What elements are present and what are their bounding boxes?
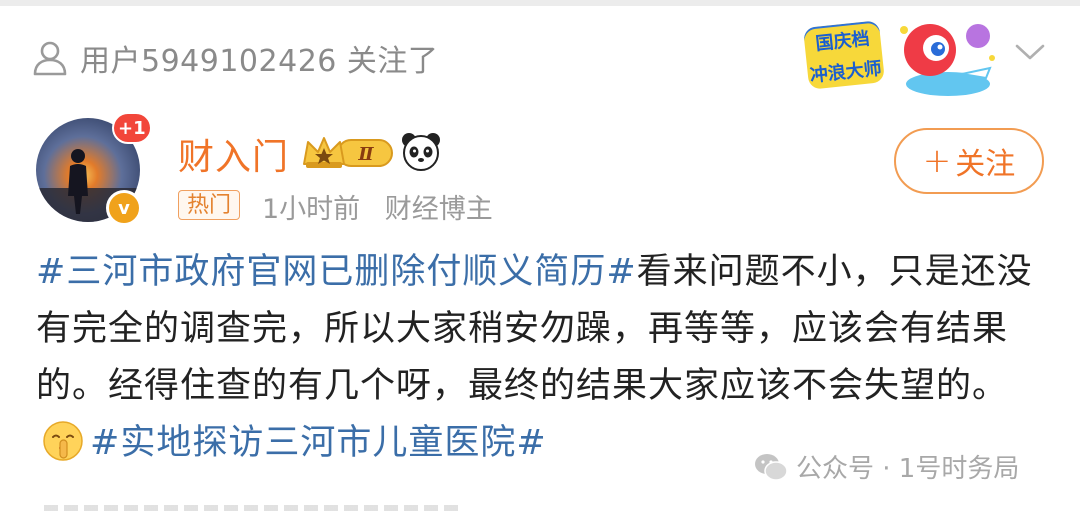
crown-level-icon[interactable]: Ⅱ (300, 132, 396, 172)
hot-tag: 热门 (178, 190, 241, 220)
follow-notice-text: 用户5949102426 关注了 (80, 44, 439, 79)
event-badge-tag: 国庆档 冲浪大师 (802, 20, 886, 90)
hashtag-link[interactable]: #三河市政府官网已删除付顺义简历# (36, 252, 637, 292)
verified-badge: v (106, 190, 142, 226)
follow-button[interactable]: + 关注 (894, 128, 1044, 194)
watermark: 公众号 · 1号时务局 (754, 448, 1019, 485)
mascot-icon (900, 24, 995, 96)
author-role: 财经博主 (384, 194, 493, 225)
chevron-down-icon[interactable] (1014, 40, 1046, 64)
plus-icon: + (922, 141, 952, 181)
person-icon (33, 41, 67, 76)
post-meta: 1小时前 财经博主 (262, 187, 493, 226)
next-item-edge (44, 505, 464, 511)
post-time: 1小时前 (262, 194, 361, 225)
follow-notice: 用户5949102426 关注了 (32, 38, 439, 79)
top-divider (0, 0, 1080, 6)
notification-count-badge: +1 (112, 112, 152, 144)
author-name[interactable]: 财入门 (178, 128, 289, 180)
panda-icon (402, 133, 440, 171)
level-number: Ⅱ (357, 144, 374, 165)
watermark-text: 公众号 · 1号时务局 (796, 454, 1020, 484)
post-body: #三河市政府官网已删除付顺义简历#看来问题不小，只是还没有完全的调查完，所以大家… (36, 244, 1046, 472)
event-badge[interactable]: 国庆档 冲浪大师 (796, 12, 1010, 102)
hashtag-link[interactable]: #实地探访三河市儿童医院# (90, 423, 547, 463)
shushing-face-emoji (43, 421, 83, 461)
wechat-icon (755, 453, 788, 481)
follow-button-label: 关注 (955, 147, 1016, 182)
